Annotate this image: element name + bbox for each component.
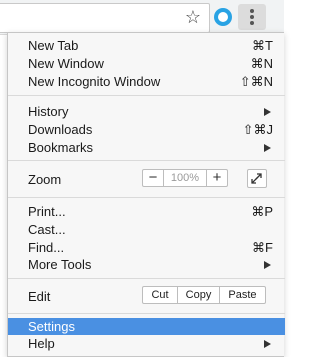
- menu-item-history[interactable]: History: [8, 103, 285, 121]
- menu-item-help[interactable]: Help: [8, 335, 285, 353]
- menu-item-print[interactable]: Print... ⌘P: [8, 203, 285, 221]
- shortcut-label: ⌘F: [252, 240, 273, 255]
- menu-dot-icon: [250, 21, 254, 25]
- shortcut-label: ⇧⌘J: [242, 122, 273, 137]
- menu-item-label: New Tab: [28, 38, 79, 53]
- menu-item-label: Settings: [28, 319, 75, 334]
- menu-item-label: Print...: [28, 204, 66, 219]
- menu-item-label: Find...: [28, 240, 65, 255]
- zoom-control: − 100% +: [142, 169, 228, 187]
- zoom-out-button[interactable]: −: [143, 170, 164, 186]
- menu-item-label: Cast...: [28, 222, 66, 237]
- cut-button[interactable]: Cut: [143, 287, 178, 303]
- menu-item-label: Zoom: [28, 172, 62, 187]
- edit-controls: Cut Copy Paste: [142, 286, 266, 304]
- paste-button[interactable]: Paste: [220, 287, 265, 303]
- menu-item-settings[interactable]: Settings: [8, 318, 285, 335]
- shortcut-label: ⇧⌘N: [239, 74, 273, 89]
- fullscreen-icon: [251, 173, 262, 184]
- menu-item-new-tab[interactable]: New Tab ⌘T: [8, 37, 285, 55]
- menu-item-new-window[interactable]: New Window ⌘N: [8, 55, 285, 73]
- menu-separator: [8, 160, 285, 161]
- extension-icon[interactable]: [214, 8, 232, 26]
- menu-item-more-tools[interactable]: More Tools: [8, 256, 285, 274]
- bookmark-star-icon[interactable]: ☆: [185, 8, 201, 26]
- address-bar[interactable]: ☆: [0, 3, 210, 33]
- shortcut-label: ⌘N: [250, 56, 273, 71]
- copy-button[interactable]: Copy: [178, 287, 220, 303]
- menu-item-label: New Window: [28, 56, 104, 71]
- menu-item-downloads[interactable]: Downloads ⇧⌘J: [8, 121, 285, 139]
- menu-separator: [8, 278, 285, 279]
- menu-item-label: Bookmarks: [28, 140, 94, 155]
- chrome-main-menu: New Tab ⌘T New Window ⌘N New Incognito W…: [7, 32, 285, 357]
- menu-dot-icon: [250, 9, 254, 13]
- menu-item-find[interactable]: Find... ⌘F: [8, 239, 285, 257]
- menu-item-new-incognito-window[interactable]: New Incognito Window ⇧⌘N: [8, 73, 285, 91]
- submenu-arrow-icon: [264, 108, 271, 116]
- fullscreen-button[interactable]: [247, 169, 267, 188]
- menu-item-bookmarks[interactable]: Bookmarks: [8, 139, 285, 157]
- submenu-arrow-icon: [264, 261, 271, 269]
- menu-item-label: More Tools: [28, 257, 92, 272]
- submenu-arrow-icon: [264, 144, 271, 152]
- menu-item-cast[interactable]: Cast...: [8, 221, 285, 239]
- menu-item-label: Help: [28, 336, 55, 351]
- menu-item-label: Downloads: [28, 122, 93, 137]
- menu-separator: [8, 313, 285, 314]
- menu-item-label: History: [28, 104, 69, 119]
- menu-dot-icon: [250, 15, 254, 19]
- zoom-in-button[interactable]: +: [206, 170, 227, 186]
- browser-toolbar: ☆: [0, 0, 284, 35]
- menu-separator: [8, 197, 285, 198]
- menu-item-label: Edit: [28, 289, 51, 304]
- shortcut-label: ⌘P: [251, 204, 273, 219]
- shortcut-label: ⌘T: [252, 38, 273, 53]
- menu-item-label: New Incognito Window: [28, 74, 161, 89]
- menu-separator: [8, 95, 285, 96]
- chrome-menu-button[interactable]: [238, 4, 266, 30]
- zoom-level-value: 100%: [170, 172, 200, 184]
- submenu-arrow-icon: [264, 340, 271, 348]
